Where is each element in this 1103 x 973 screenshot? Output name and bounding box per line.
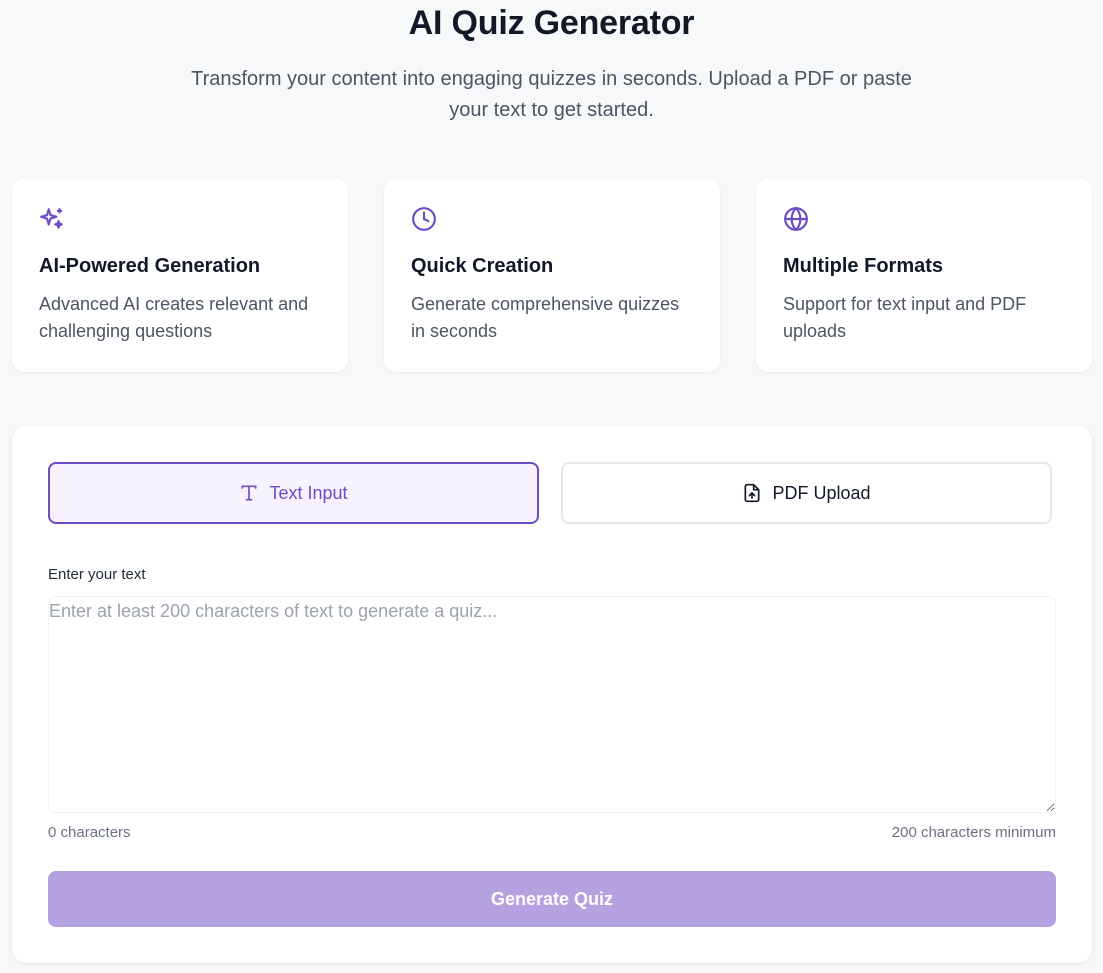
clock-icon xyxy=(411,206,437,232)
feature-description: Advanced AI creates relevant and challen… xyxy=(39,294,309,341)
feature-card-formats: Multiple Formats Support for text input … xyxy=(756,179,1092,372)
quiz-text-input[interactable] xyxy=(48,596,1056,813)
feature-card-ai: AI-Powered Generation Advanced AI create… xyxy=(12,179,348,372)
feature-title: AI-Powered Generation xyxy=(39,255,261,277)
feature-title: Quick Creation xyxy=(411,255,554,277)
quiz-input-panel: Text Input PDF Upload Enter your text 0 … xyxy=(12,426,1092,963)
page-subtitle: Transform your content into engaging qui… xyxy=(191,68,912,121)
text-field-label: Enter your text xyxy=(48,566,146,583)
character-minimum: 200 characters minimum xyxy=(891,824,1056,841)
character-count: 0 characters xyxy=(48,824,131,841)
page-title: AI Quiz Generator xyxy=(408,4,695,42)
file-upload-icon xyxy=(742,483,762,503)
tab-text-input[interactable]: Text Input xyxy=(48,462,539,524)
feature-title: Multiple Formats xyxy=(783,255,944,277)
tab-label: Text Input xyxy=(269,482,348,503)
text-icon xyxy=(239,483,259,503)
tab-pdf-upload[interactable]: PDF Upload xyxy=(561,462,1052,524)
tab-label: PDF Upload xyxy=(772,482,871,503)
feature-description: Support for text input and PDF uploads xyxy=(783,294,1027,341)
sparkles-icon xyxy=(39,206,65,232)
globe-icon xyxy=(783,206,809,232)
generate-quiz-button[interactable]: Generate Quiz xyxy=(48,871,1056,927)
feature-card-quick: Quick Creation Generate comprehensive qu… xyxy=(384,179,720,372)
feature-cards: AI-Powered Generation Advanced AI create… xyxy=(12,179,1092,372)
feature-description: Generate comprehensive quizzes in second… xyxy=(411,294,680,341)
